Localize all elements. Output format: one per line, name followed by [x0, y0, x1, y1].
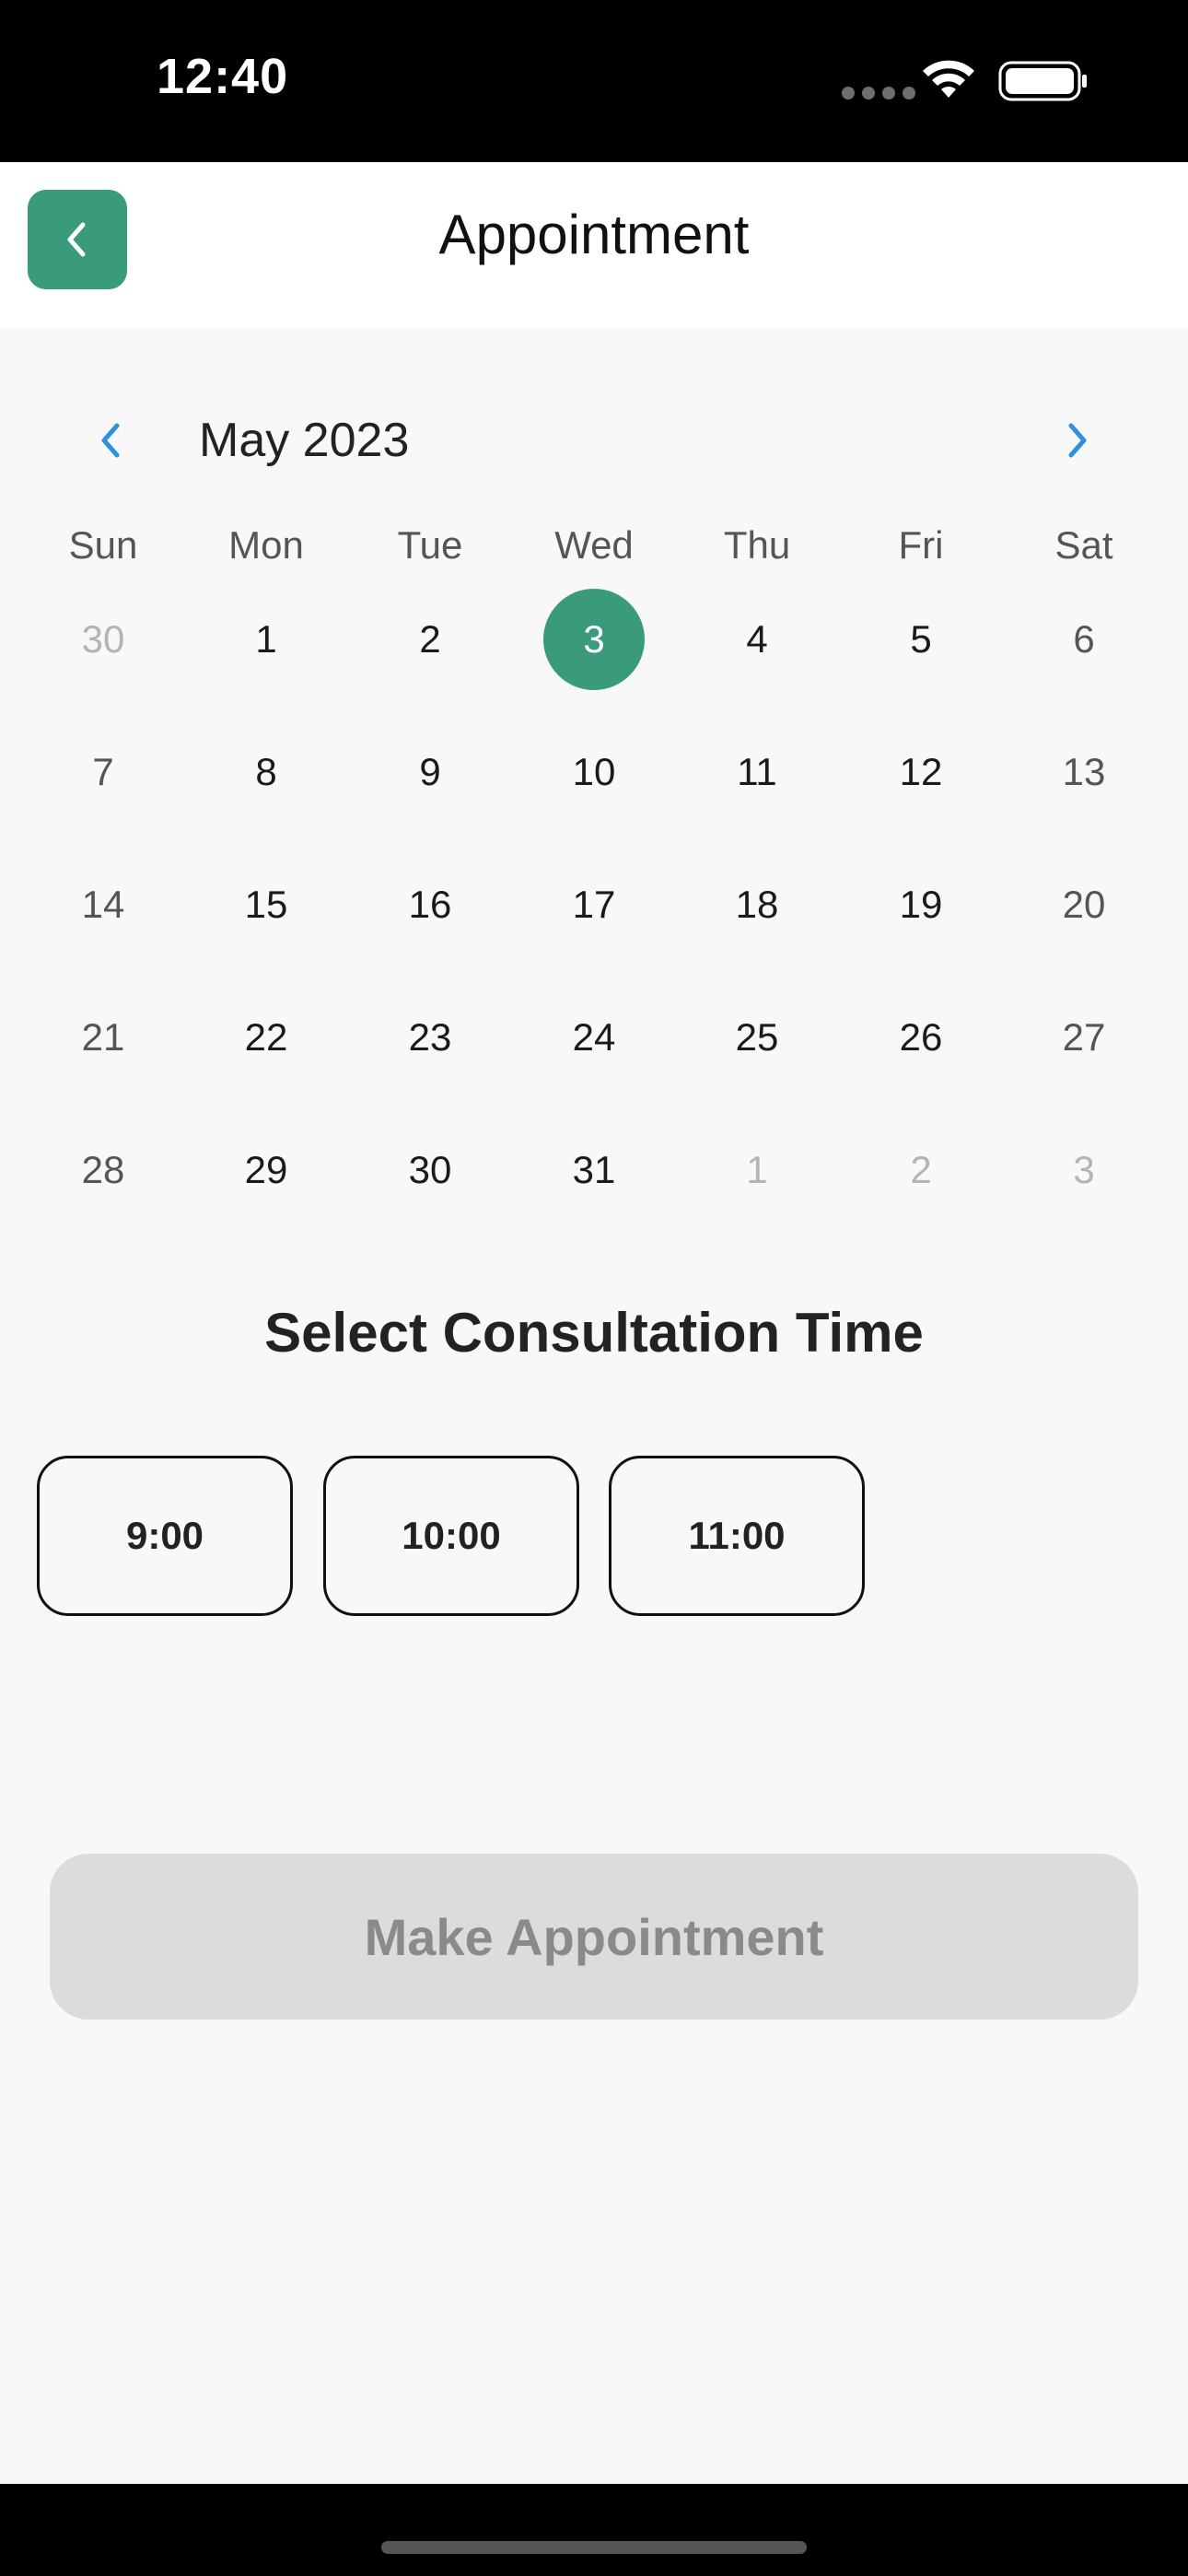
calendar-day[interactable]: 19 [870, 854, 972, 955]
weekday-header-row: Sun Mon Tue Wed Thu Fri Sat [0, 523, 1188, 579]
calendar-day[interactable]: 17 [543, 854, 645, 955]
month-header: May 2023 [0, 402, 1188, 483]
calendar-day[interactable]: 1 [215, 589, 317, 690]
home-indicator-area [0, 2484, 1188, 2576]
calendar-day[interactable]: 11 [706, 721, 808, 823]
battery-icon [998, 61, 1087, 101]
calendar-day[interactable]: 12 [870, 721, 972, 823]
calendar-day[interactable]: 1 [706, 1119, 808, 1221]
calendar-day[interactable]: 30 [379, 1119, 481, 1221]
next-month-button[interactable] [1050, 413, 1105, 468]
calendar-day[interactable]: 9 [379, 721, 481, 823]
weekday-label-sun: Sun [68, 523, 138, 567]
calendar-day[interactable]: 15 [215, 854, 317, 955]
weekday-label-mon: Mon [228, 523, 304, 567]
chevron-right-icon [1068, 423, 1087, 458]
signal-dots-icon [842, 87, 915, 100]
calendar-day[interactable]: 7 [52, 721, 154, 823]
calendar-day[interactable]: 24 [543, 987, 645, 1088]
calendar-day[interactable]: 23 [379, 987, 481, 1088]
calendar-day[interactable]: 26 [870, 987, 972, 1088]
calendar-day[interactable]: 20 [1033, 854, 1135, 955]
calendar-day[interactable]: 13 [1033, 721, 1135, 823]
wifi-icon [923, 60, 974, 98]
make-appointment-button[interactable]: Make Appointment [50, 1854, 1138, 2020]
calendar-day[interactable]: 29 [215, 1119, 317, 1221]
calendar-day[interactable]: 21 [52, 987, 154, 1088]
status-bar: 12:40 [0, 0, 1188, 162]
time-slot-11-00[interactable]: 11:00 [609, 1456, 865, 1616]
month-label: May 2023 [199, 414, 410, 467]
home-indicator[interactable] [381, 2541, 807, 2554]
weekday-label-wed: Wed [554, 523, 634, 567]
time-slot-10-00[interactable]: 10:00 [323, 1456, 579, 1616]
calendar-day-selected[interactable]: 3 [543, 589, 645, 690]
weekday-label-thu: Thu [723, 523, 791, 567]
calendar-day[interactable]: 10 [543, 721, 645, 823]
calendar-day[interactable]: 27 [1033, 987, 1135, 1088]
weekday-label-sat: Sat [1054, 523, 1113, 567]
consultation-time-title: Select Consultation Time [264, 1302, 924, 1364]
calendar-day[interactable]: 28 [52, 1119, 154, 1221]
calendar-day[interactable]: 16 [379, 854, 481, 955]
chevron-left-icon [101, 423, 120, 458]
calendar-day[interactable]: 6 [1033, 589, 1135, 690]
nav-bar: Appointment [0, 162, 1188, 328]
calendar-day[interactable]: 2 [379, 589, 481, 690]
calendar-day[interactable]: 8 [215, 721, 317, 823]
calendar-day[interactable]: 31 [543, 1119, 645, 1221]
weekday-label-tue: Tue [397, 523, 463, 567]
calendar-day[interactable]: 5 [870, 589, 972, 690]
calendar-day[interactable]: 2 [870, 1119, 972, 1221]
previous-month-button[interactable] [83, 413, 138, 468]
calendar-day[interactable]: 3 [1033, 1119, 1135, 1221]
status-time: 12:40 [157, 49, 289, 104]
calendar-day[interactable]: 22 [215, 987, 317, 1088]
calendar-day[interactable]: 14 [52, 854, 154, 955]
calendar-day[interactable]: 25 [706, 987, 808, 1088]
calendar-day[interactable]: 4 [706, 589, 808, 690]
calendar-day[interactable]: 18 [706, 854, 808, 955]
time-slot-9-00[interactable]: 9:00 [37, 1456, 293, 1616]
calendar-day[interactable]: 30 [52, 589, 154, 690]
weekday-label-fri: Fri [898, 523, 944, 567]
page-title: Appointment [438, 204, 750, 265]
